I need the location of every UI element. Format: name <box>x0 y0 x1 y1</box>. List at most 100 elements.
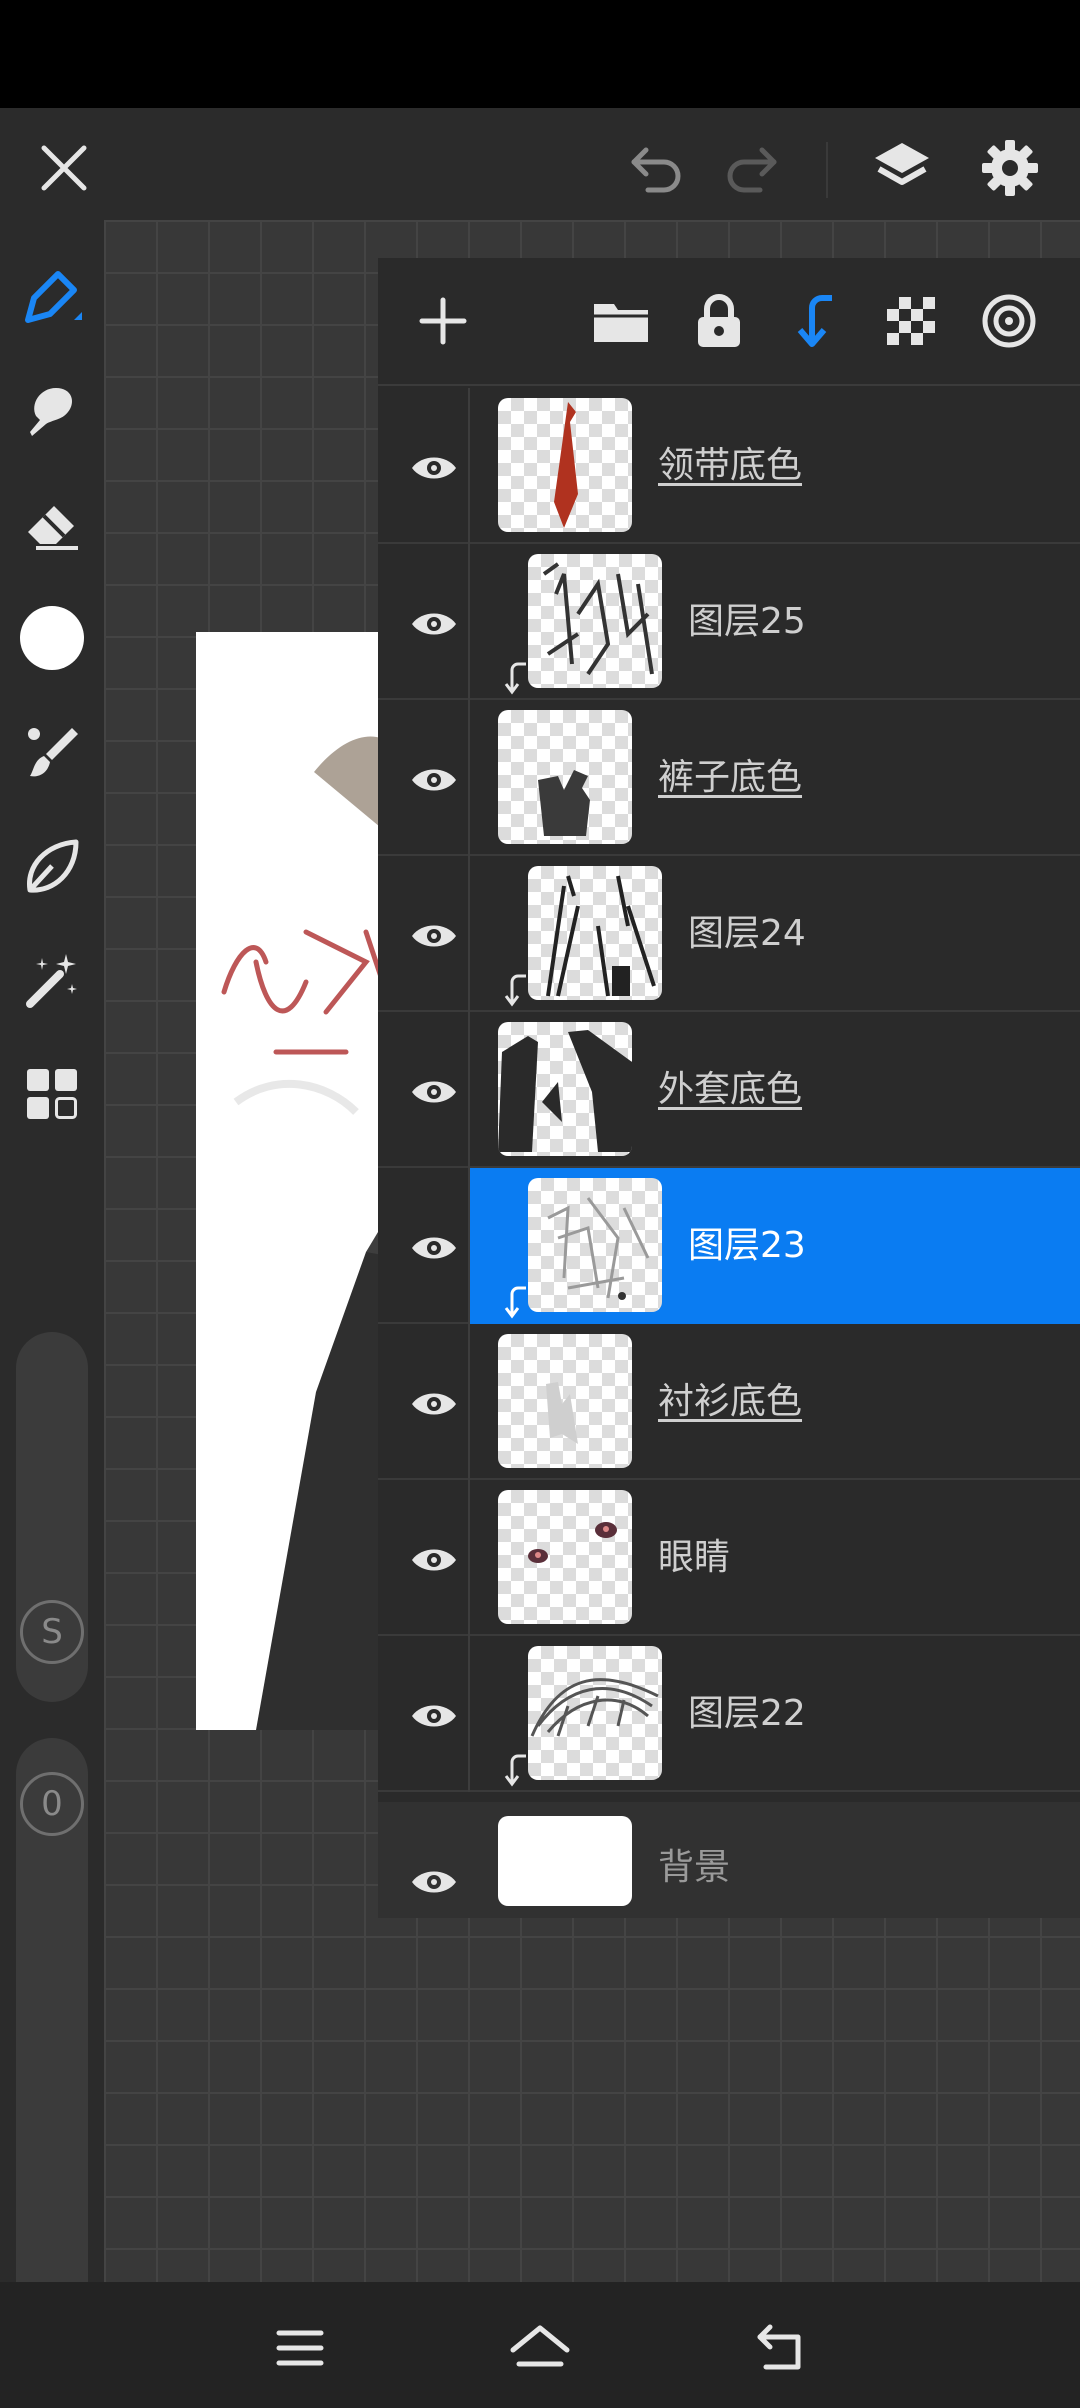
eye-icon <box>412 1237 456 1259</box>
visibility-toggle[interactable] <box>398 744 470 816</box>
back-button[interactable] <box>740 2308 820 2388</box>
visibility-toggle[interactable] <box>398 1680 470 1752</box>
eye-icon <box>412 1081 456 1103</box>
magic-wand-icon <box>26 954 77 1008</box>
left-toolbar: S 0 <box>0 220 104 2356</box>
layer-row[interactable]: 眼睛 <box>378 1480 1080 1636</box>
gallery-button[interactable] <box>14 1056 90 1132</box>
magic-wand-button[interactable] <box>14 942 90 1018</box>
add-layer-button[interactable] <box>408 286 478 356</box>
layer-thumbnail <box>528 1646 662 1780</box>
layer-thumbnail <box>498 1022 632 1156</box>
menu-button[interactable] <box>260 2308 340 2388</box>
folder-button[interactable] <box>586 286 656 356</box>
layer-thumbnail <box>528 554 662 688</box>
brush-tool-button[interactable] <box>14 714 90 790</box>
color-swatch-button[interactable] <box>14 600 90 676</box>
alpha-lock-button[interactable] <box>876 286 946 356</box>
gear-icon <box>982 140 1038 196</box>
brush-icon <box>28 728 78 777</box>
layer-name: 衬衫底色 <box>658 1381 803 1422</box>
layer-row[interactable]: 领带底色 <box>378 388 1080 544</box>
layer-row[interactable]: 图层22 <box>378 1636 1080 1792</box>
eye-icon <box>412 925 456 947</box>
layer-thumbnail <box>528 1178 662 1312</box>
pen-tool-icon <box>25 271 82 323</box>
eye-icon <box>412 1393 456 1415</box>
layers-panel-header <box>378 258 1080 386</box>
status-bar <box>0 0 1080 108</box>
layer-name: 眼睛 <box>658 1537 731 1578</box>
visibility-toggle[interactable] <box>398 1212 470 1284</box>
layer-name: 图层23 <box>688 1225 806 1266</box>
undo-icon <box>631 147 681 193</box>
blend-icon <box>982 294 1036 348</box>
layer-row[interactable]: 衬衫底色 <box>378 1324 1080 1480</box>
shape-icon <box>27 839 79 893</box>
visibility-toggle[interactable] <box>398 588 470 660</box>
close-button[interactable] <box>28 132 100 204</box>
eye-icon <box>412 457 456 479</box>
pen-tool-button[interactable] <box>14 258 90 334</box>
layer-thumbnail <box>498 710 632 844</box>
home-icon <box>510 2325 570 2367</box>
eraser-tool-button[interactable] <box>14 486 90 562</box>
layers-button[interactable] <box>866 132 938 204</box>
layer-thumbnail <box>498 1334 632 1468</box>
smudge-tool-button[interactable] <box>14 372 90 448</box>
brush-size-badge: S <box>20 1600 84 1664</box>
visibility-toggle[interactable] <box>398 1524 470 1596</box>
lock-icon <box>698 294 740 347</box>
layer-row[interactable]: 裤子底色 <box>378 700 1080 856</box>
eye-icon <box>412 1549 456 1571</box>
clip-icon <box>797 295 832 347</box>
blend-button[interactable] <box>974 286 1044 356</box>
home-button[interactable] <box>500 2308 580 2388</box>
layer-thumbnail <box>528 866 662 1000</box>
layer-row-selected[interactable]: 图层23 <box>378 1168 1080 1324</box>
opacity-badge: 0 <box>20 1772 84 1836</box>
eye-icon <box>412 1705 456 1727</box>
layers-icon <box>875 143 929 185</box>
layer-row[interactable]: 外套底色 <box>378 1012 1080 1168</box>
system-nav-bar <box>0 2282 1080 2408</box>
layer-name: 裤子底色 <box>658 757 803 798</box>
divider <box>826 142 828 198</box>
smudge-icon <box>30 388 72 436</box>
layer-name: 背景 <box>658 1847 731 1888</box>
undo-button[interactable] <box>620 132 692 204</box>
eye-icon <box>412 769 456 791</box>
visibility-toggle[interactable] <box>398 1056 470 1128</box>
layer-name: 图层22 <box>688 1693 806 1734</box>
close-icon <box>41 145 87 191</box>
alpha-lock-icon <box>887 297 935 345</box>
folder-icon <box>594 304 648 342</box>
redo-button[interactable] <box>716 132 788 204</box>
layer-name: 图层24 <box>688 913 806 954</box>
settings-button[interactable] <box>974 132 1046 204</box>
background-layer-row[interactable]: 背景 <box>378 1802 1080 1918</box>
layer-name: 外套底色 <box>658 1069 803 1110</box>
clip-indicator-icon <box>504 1754 526 1787</box>
layer-row[interactable]: 图层25 <box>378 544 1080 700</box>
layers-panel: 领带底色 图层25 裤子底色 图层24 外套底色 图层23 衬衫底色 眼睛 图层… <box>378 258 1080 1918</box>
redo-icon <box>727 147 777 193</box>
clip-indicator-icon <box>504 662 526 695</box>
layer-name: 领带底色 <box>658 445 803 486</box>
visibility-toggle[interactable] <box>398 432 470 504</box>
shape-tool-button[interactable] <box>14 828 90 904</box>
gallery-icon <box>27 1069 77 1119</box>
back-icon <box>757 2324 801 2370</box>
visibility-toggle[interactable] <box>398 1368 470 1440</box>
lock-button[interactable] <box>684 286 754 356</box>
visibility-toggle[interactable] <box>398 900 470 972</box>
visibility-toggle[interactable] <box>398 1846 470 1918</box>
layer-thumbnail <box>498 1490 632 1624</box>
clip-indicator-icon <box>504 974 526 1007</box>
clip-indicator-icon <box>504 1286 526 1319</box>
add-layer-icon <box>419 297 467 345</box>
clip-button[interactable] <box>780 286 850 356</box>
background-thumbnail <box>498 1816 632 1906</box>
layer-row[interactable]: 图层24 <box>378 856 1080 1012</box>
menu-icon <box>276 2330 324 2366</box>
